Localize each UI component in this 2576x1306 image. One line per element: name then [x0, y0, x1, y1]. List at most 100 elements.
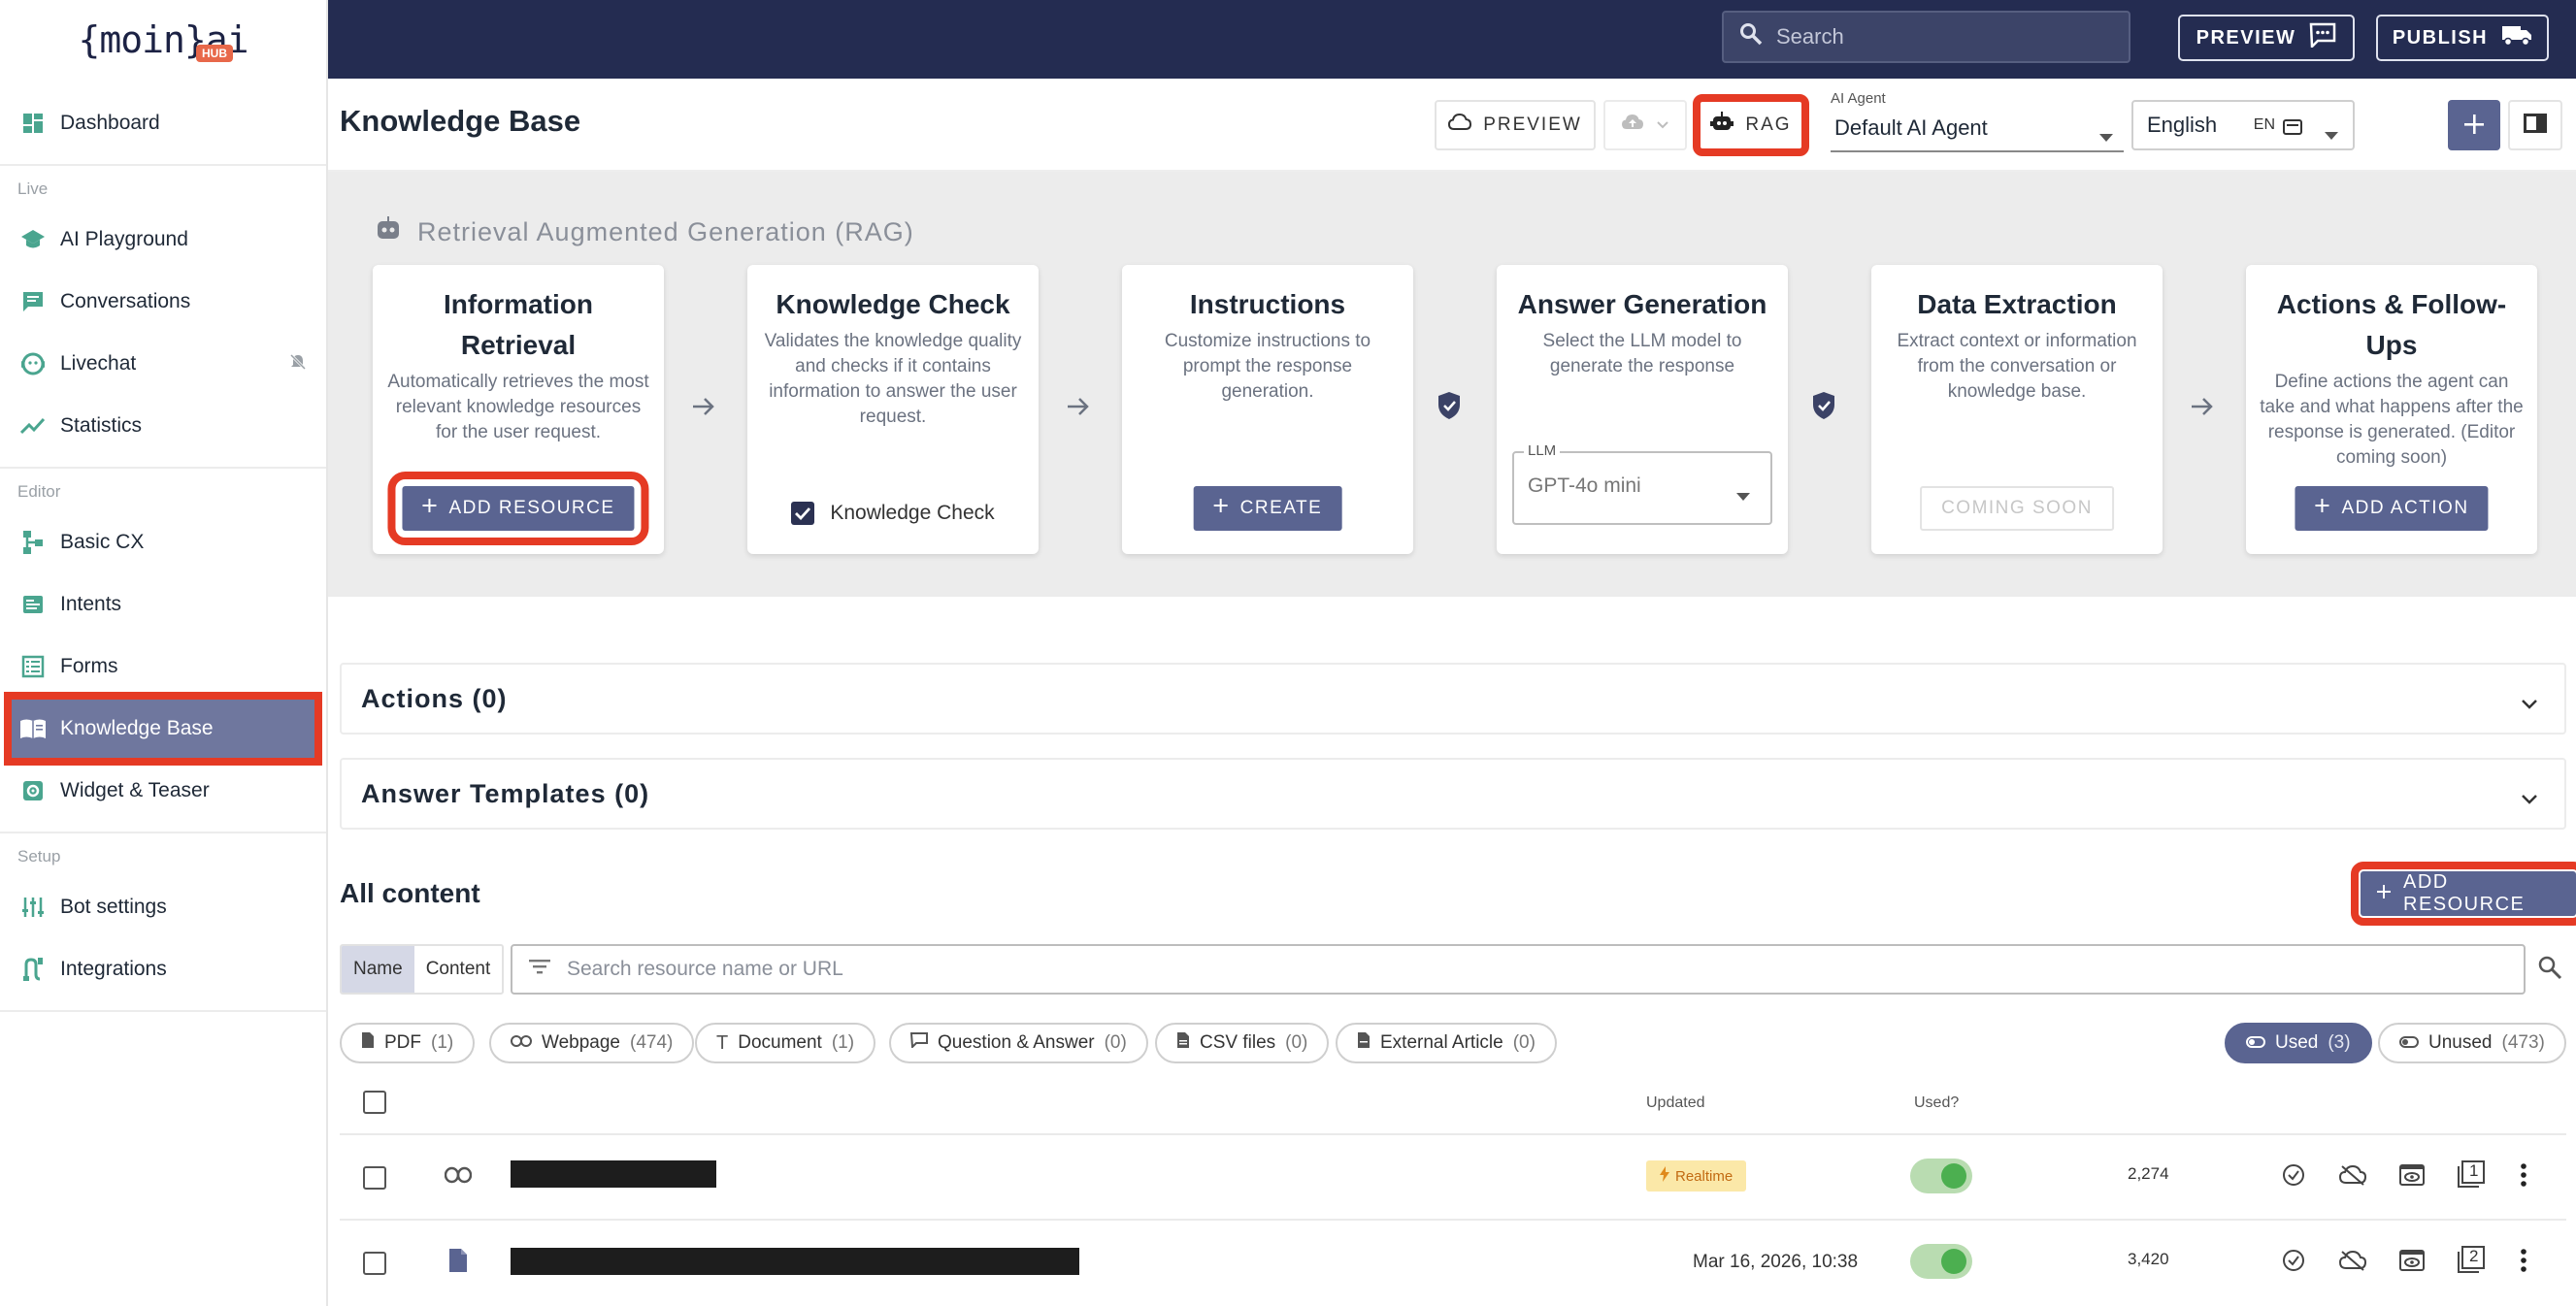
card-description: Validates the knowledge quality and chec… [764, 331, 1022, 427]
shield-check-icon [1437, 391, 1462, 425]
preview-icon[interactable] [2399, 1250, 2425, 1276]
check-circle-icon[interactable] [2281, 1162, 2306, 1192]
robot-icon [1710, 112, 1734, 139]
sidebar-item-label: Livechat [60, 352, 137, 375]
trending-icon [19, 412, 47, 440]
section-title-live: Live [17, 180, 49, 198]
language-value: English [2147, 113, 2218, 137]
answer-templates-panel[interactable]: Answer Templates (0) [340, 758, 2566, 830]
preview-chat-button[interactable]: PREVIEW [2178, 15, 2355, 61]
cloud-upload-icon [1621, 114, 1644, 137]
sidebar-item-forms[interactable]: Forms [0, 636, 326, 698]
sidebar-item-label: Knowledge Base [60, 717, 214, 739]
actions-panel[interactable]: Actions (0) [340, 663, 2566, 735]
card-information-retrieval: Information Retrieval Automatically retr… [373, 265, 664, 554]
more-vert-icon[interactable] [2520, 1162, 2527, 1192]
preview-button[interactable]: PREVIEW [1435, 100, 1596, 150]
book-icon [19, 715, 47, 742]
filter-chip-qa[interactable]: Question & Answer (0) [889, 1023, 1148, 1063]
filter-chip-unused[interactable]: Unused (473) [2378, 1023, 2566, 1063]
add-resource-button[interactable]: ADD RESOURCE [387, 472, 649, 545]
sidebar-item-label: Basic CX [60, 531, 145, 553]
redacted-resource-name [511, 1160, 716, 1188]
filter-chip-webpage[interactable]: Webpage (474) [489, 1023, 695, 1063]
logo[interactable]: {moin}ai HUB [0, 0, 326, 79]
cloud-off-icon[interactable] [2338, 1164, 2367, 1191]
sidebar-item-statistics[interactable]: Statistics [0, 395, 326, 457]
logo-badge: HUB [196, 45, 233, 62]
ai-agent-select[interactable]: Default AI Agent [1831, 106, 2124, 152]
more-vert-icon[interactable] [2520, 1248, 2527, 1278]
filter-chip-csv[interactable]: CSV files (0) [1155, 1023, 1330, 1063]
side-panel-toggle[interactable] [2508, 100, 2562, 150]
llm-label: LLM [1524, 442, 1561, 459]
filter-chip-external-article[interactable]: External Article (0) [1336, 1023, 1557, 1063]
table-row[interactable]: Mar 16, 2026, 10:38 3,420 2 [340, 1221, 2566, 1306]
shield-check-icon [1811, 391, 1836, 425]
chip-label: PDF [384, 1032, 421, 1053]
llm-select[interactable]: LLM GPT-4o mini [1512, 442, 1772, 525]
publish-button[interactable]: PUBLISH [2376, 15, 2549, 61]
ai-agent-label: AI Agent [1831, 90, 1886, 107]
preview-label: PREVIEW [2196, 26, 2296, 49]
row-checkbox[interactable] [363, 1252, 386, 1275]
row-number: 3,420 [2128, 1250, 2169, 1268]
add-button[interactable] [2448, 100, 2500, 150]
used-toggle[interactable] [1910, 1159, 1972, 1193]
button-label: ADD ACTION [2341, 498, 2469, 518]
sidebar-item-basic-cx[interactable]: Basic CX [0, 511, 326, 573]
toggle-on-icon [2246, 1032, 2265, 1054]
sidebar-item-widget-teaser[interactable]: Widget & Teaser [0, 760, 326, 822]
rag-title-text: Retrieval Augmented Generation (RAG) [417, 217, 914, 246]
used-toggle[interactable] [1910, 1244, 1972, 1279]
card-title: Data Extraction [1917, 289, 2117, 319]
sidebar-item-label: Integrations [60, 958, 167, 980]
language-flag-icon [2283, 116, 2302, 142]
search-by-name[interactable]: Name [342, 946, 414, 993]
filter-chip-pdf[interactable]: PDF (1) [340, 1023, 476, 1063]
csv-file-icon [1176, 1031, 1190, 1055]
sidebar-item-livechat[interactable]: Livechat [0, 333, 326, 395]
chip-count: (1) [431, 1032, 454, 1053]
widget-icon [19, 777, 47, 804]
search-icon[interactable] [2537, 955, 2562, 985]
realtime-badge: Realtime [1646, 1160, 1747, 1192]
card-knowledge-check: Knowledge Check Validates the knowledge … [747, 265, 1039, 554]
sidebar-item-dashboard[interactable]: Dashboard [0, 92, 326, 154]
cloud-off-icon[interactable] [2338, 1250, 2367, 1276]
sidebar-item-knowledge-base[interactable]: Knowledge Base [4, 692, 322, 766]
row-checkbox[interactable] [363, 1166, 386, 1190]
sidebar-item-ai-playground[interactable]: AI Playground [0, 209, 326, 271]
card-title: Information Retrieval [444, 289, 593, 360]
sidebar-item-integrations[interactable]: Integrations [0, 938, 326, 1000]
sidebar-item-intents[interactable]: Intents [0, 573, 326, 636]
filter-chip-used[interactable]: Used (3) [2225, 1023, 2372, 1063]
card-title: Answer Generation [1517, 289, 1767, 319]
document-icon [448, 1248, 468, 1278]
section-title-editor: Editor [17, 482, 61, 501]
create-instructions-button[interactable]: CREATE [1193, 486, 1342, 531]
nav-section-live: Live AI Playground Conversations Livecha… [0, 164, 326, 467]
add-action-button[interactable]: ADD ACTION [2295, 486, 2489, 531]
sidebar-item-conversations[interactable]: Conversations [0, 271, 326, 333]
card-answer-generation: Answer Generation Select the LLM model t… [1497, 265, 1788, 554]
page-header: Knowledge Base PREVIEW RAG AI Agent Defa… [328, 79, 2576, 172]
link-icon [511, 1032, 532, 1054]
rag-button[interactable]: RAG [1693, 94, 1809, 156]
global-search-input[interactable]: Search [1722, 11, 2130, 63]
select-all-checkbox[interactable] [363, 1091, 386, 1114]
cloud-upload-menu[interactable] [1603, 100, 1687, 150]
resource-search-input[interactable]: Search resource name or URL [511, 944, 2526, 995]
rag-pipeline: Retrieval Augmented Generation (RAG) Inf… [328, 172, 2576, 597]
preview-icon[interactable] [2399, 1164, 2425, 1191]
add-resource-button[interactable]: ADD RESOURCE [2351, 862, 2576, 926]
check-circle-icon[interactable] [2281, 1248, 2306, 1278]
language-select[interactable]: English EN [2131, 100, 2355, 150]
search-by-content[interactable]: Content [414, 946, 503, 993]
knowledge-check-checkbox[interactable]: Knowledge Check [747, 502, 1039, 525]
table-row[interactable]: Realtime 2,274 1 [340, 1135, 2566, 1221]
filter-chip-document[interactable]: T Document (1) [695, 1023, 876, 1063]
nav-section-main: Dashboard [0, 79, 326, 164]
row-number: 2,274 [2128, 1164, 2169, 1183]
sidebar-item-bot-settings[interactable]: Bot settings [0, 876, 326, 938]
